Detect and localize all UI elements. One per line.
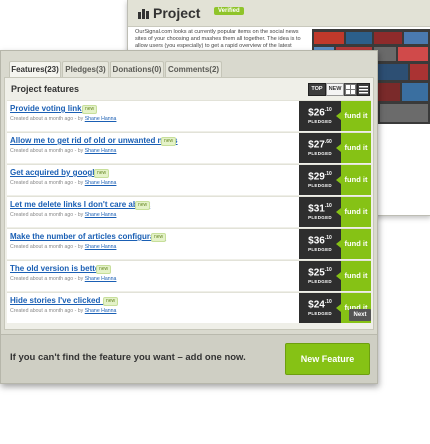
feature-title-link[interactable]: Let me delete links I don't care about (10, 200, 150, 209)
author-link[interactable]: Shane Hanna (85, 212, 117, 218)
amount-value: $27 (308, 139, 325, 151)
meta-created: Created about a month ago - by (10, 180, 84, 186)
meta-created: Created about a month ago - by (10, 212, 84, 218)
pledged-label: PLEDGED (308, 215, 332, 221)
fund-it-button[interactable]: fund it (336, 197, 371, 227)
amount-cents: .10 (324, 299, 332, 305)
add-feature-prompt: If you can't find the feature you want –… (10, 352, 246, 363)
pledged-label: PLEDGED (308, 311, 332, 317)
features-panel: Features(23) Pledges(3) Donations(0) Com… (0, 50, 378, 384)
feature-title-link[interactable]: Provide voting links. (10, 104, 88, 113)
amount-value: $25 (308, 267, 325, 279)
fund-it-button[interactable]: fund it (336, 133, 371, 163)
pledged-amount: $27.60 PLEDGED (299, 133, 341, 163)
feature-meta: Created about a month ago - by Shane Han… (10, 308, 116, 314)
meta-created: Created about a month ago - by (10, 308, 84, 314)
author-link[interactable]: Shane Hanna (85, 308, 117, 314)
pledged-amount: $29.10 PLEDGED (299, 165, 341, 195)
author-link[interactable]: Shane Hanna (85, 276, 117, 282)
feature-meta: Created about a month ago - by Shane Han… (10, 116, 116, 122)
sort-new-button[interactable]: NEW (326, 83, 344, 96)
pledged-amount: $36.10 PLEDGED (299, 229, 341, 259)
meta-created: Created about a month ago - by (10, 276, 84, 282)
meta-created: Created about a month ago - by (10, 244, 84, 250)
amount-cents: .10 (324, 107, 332, 113)
feature-meta: Created about a month ago - by Shane Han… (10, 276, 116, 282)
amount-value: $29 (308, 171, 325, 183)
author-link[interactable]: Shane Hanna (85, 180, 117, 186)
fund-it-button[interactable]: fund it (336, 261, 371, 291)
feature-row: Get acquired by google. new Created about … (7, 164, 371, 195)
feature-title-link[interactable]: Get acquired by google. (10, 168, 101, 177)
new-badge: new (82, 105, 98, 114)
add-feature-bar: If you can't find the feature you want –… (1, 334, 377, 383)
tab-comments[interactable]: Comments(2) (165, 61, 222, 77)
section-title: Project features (11, 84, 80, 94)
new-badge: new (94, 169, 110, 178)
feature-meta: Created about a month ago - by Shane Han… (10, 180, 116, 186)
features-list-container: Project features TOP NEW Provide voting … (4, 77, 374, 330)
amount-value: $36 (308, 235, 325, 247)
pledged-label: PLEDGED (308, 151, 332, 157)
new-badge: new (161, 137, 177, 146)
tab-pledges[interactable]: Pledges(3) (62, 61, 109, 77)
feature-row: Provide voting links. new Created about a … (7, 100, 371, 131)
next-page-button[interactable]: Next (349, 309, 371, 321)
verified-badge: Verified (214, 7, 244, 15)
author-link[interactable]: Shane Hanna (85, 116, 117, 122)
fund-it-button[interactable]: fund it (336, 101, 371, 131)
pledged-amount: $31.10 PLEDGED (299, 197, 341, 227)
pledged-label: PLEDGED (308, 279, 332, 285)
amount-cents: .10 (324, 235, 332, 241)
author-link[interactable]: Shane Hanna (85, 244, 117, 250)
amount-value: $31 (308, 203, 325, 215)
amount-cents: .10 (324, 171, 332, 177)
feature-row: Hide stories I've clicked on new Created a… (7, 292, 371, 323)
pledged-amount: $24.10 PLEDGED (299, 293, 341, 323)
list-view-icon[interactable] (357, 83, 370, 96)
amount-cents: .10 (324, 267, 332, 273)
project-description: OurSignal.com looks at currently popular… (135, 29, 301, 49)
amount-value: $24 (308, 299, 325, 311)
feature-title-link[interactable]: Hide stories I've clicked on (10, 296, 112, 305)
new-badge: new (96, 265, 112, 274)
feature-row: Let me delete links I don't care about ne… (7, 196, 371, 227)
amount-cents: .10 (324, 203, 332, 209)
pledged-label: PLEDGED (308, 119, 332, 125)
feature-meta: Created about a month ago - by Shane Han… (10, 212, 116, 218)
feature-row: The old version is better new Created abou… (7, 260, 371, 291)
new-badge: new (135, 201, 151, 210)
grid-view-icon[interactable] (344, 83, 357, 96)
tab-donations[interactable]: Donations(0) (110, 61, 164, 77)
pledged-amount: $26.10 PLEDGED (299, 101, 341, 131)
feature-title-link[interactable]: The old version is better (10, 264, 102, 273)
feature-title-link[interactable]: Allow me to get rid of old or unwanted n… (10, 136, 178, 145)
project-icon (138, 9, 149, 19)
new-badge: new (151, 233, 167, 242)
fund-it-button[interactable]: fund it (336, 229, 371, 259)
feature-row: Make the number of articles configurable… (7, 228, 371, 259)
new-feature-button[interactable]: New Feature (285, 343, 370, 375)
tab-features[interactable]: Features(23) (9, 61, 61, 78)
author-link[interactable]: Shane Hanna (85, 148, 117, 154)
meta-created: Created about a month ago - by (10, 116, 84, 122)
project-title: Project (153, 5, 201, 21)
feature-meta: Created about a month ago - by Shane Han… (10, 148, 116, 154)
fund-it-button[interactable]: fund it (336, 165, 371, 195)
feature-meta: Created about a month ago - by Shane Han… (10, 244, 116, 250)
pledged-label: PLEDGED (308, 247, 332, 253)
feature-row: Allow me to get rid of old or unwanted n… (7, 132, 371, 163)
amount-value: $26 (308, 107, 325, 119)
new-badge: new (103, 297, 119, 306)
feature-title-link[interactable]: Make the number of articles configurable (10, 232, 166, 241)
pledged-amount: $25.10 PLEDGED (299, 261, 341, 291)
meta-created: Created about a month ago - by (10, 148, 84, 154)
amount-cents: .60 (324, 139, 332, 145)
sort-top-button[interactable]: TOP (308, 83, 326, 96)
pledged-label: PLEDGED (308, 183, 332, 189)
project-header: Project Verified (128, 0, 430, 27)
